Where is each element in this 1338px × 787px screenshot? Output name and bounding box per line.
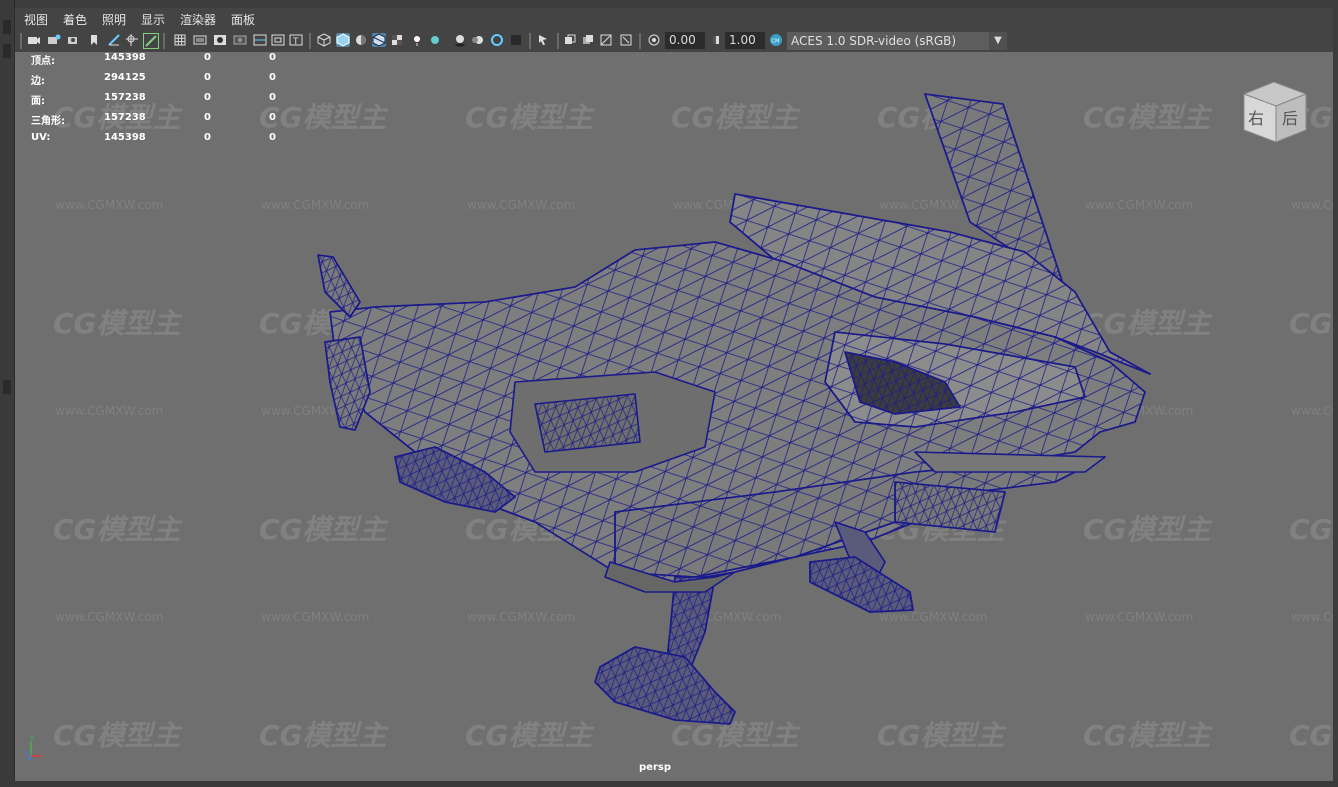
color-space-dropdown[interactable]: ACES 1.0 SDR-video (sRGB) ▼ <box>787 32 1007 50</box>
view-cube[interactable]: 右 后 <box>1240 78 1308 144</box>
chevron-down-icon[interactable]: ▼ <box>989 32 1007 50</box>
spaceship-wireframe-model[interactable] <box>15 52 1333 781</box>
wireframe-icon[interactable] <box>317 33 331 47</box>
axis-y-label: y <box>30 734 34 742</box>
shadows-icon[interactable] <box>428 33 442 47</box>
strip-handle[interactable] <box>3 20 11 34</box>
default-material-icon[interactable] <box>354 33 368 47</box>
left-tool-strip <box>0 0 15 787</box>
gate-mask-icon[interactable] <box>233 33 247 47</box>
axis-gizmo: y z <box>25 734 41 761</box>
grease-pencil-active-icon[interactable] <box>143 33 159 49</box>
backface-culling-icon[interactable] <box>619 33 633 47</box>
svg-text:T: T <box>292 37 299 47</box>
menu-shading[interactable]: 着色 <box>63 11 87 28</box>
gamma-field[interactable]: 0.00 <box>665 32 705 49</box>
viewcube-face-right[interactable]: 右 <box>1248 109 1264 128</box>
screen-space-ao-icon[interactable] <box>453 33 467 47</box>
toolbar-separator <box>557 33 559 49</box>
camera-name-label: persp <box>639 762 671 773</box>
toolbar-separator <box>529 33 531 49</box>
image-plane-icon[interactable] <box>87 33 101 47</box>
menu-renderer[interactable]: 渲染器 <box>180 11 216 28</box>
camera-attributes-icon[interactable] <box>47 33 61 47</box>
xray-active-components-icon[interactable] <box>581 33 595 47</box>
xray-joints-icon[interactable] <box>599 33 613 47</box>
strip-handle[interactable] <box>3 380 11 394</box>
toolbar-separator <box>20 33 22 49</box>
toolbar-separator <box>163 33 165 49</box>
anti-aliasing-icon[interactable] <box>490 33 504 47</box>
axis-z-label: z <box>25 749 29 757</box>
camera-select-icon[interactable] <box>27 33 41 47</box>
field-chart-icon[interactable] <box>253 33 267 47</box>
safe-action-icon[interactable] <box>271 33 285 47</box>
menu-view[interactable]: 视图 <box>24 11 48 28</box>
textured-icon[interactable] <box>390 33 404 47</box>
2d-pan-zoom-icon[interactable] <box>125 33 139 47</box>
xray-icon[interactable] <box>563 33 577 47</box>
bottom-border <box>0 781 1338 787</box>
panel-toolbar: T 0.00 1.00 CM ACES 1.0 SDR-video (sRGB)… <box>15 30 1333 53</box>
menu-lighting[interactable]: 照明 <box>102 11 126 28</box>
toolbar-separator <box>639 33 641 49</box>
resolution-gate-icon[interactable] <box>213 33 227 47</box>
exposure-icon[interactable] <box>709 33 723 47</box>
bookmark-icon[interactable] <box>67 33 81 47</box>
color-space-label: ACES 1.0 SDR-video (sRGB) <box>791 34 957 48</box>
viewcube-face-back[interactable]: 后 <box>1282 109 1298 128</box>
isolate-select-icon[interactable] <box>537 33 551 47</box>
menu-panels[interactable]: 面板 <box>231 11 255 28</box>
use-all-lights-icon[interactable] <box>410 33 424 47</box>
grease-pencil-icon[interactable] <box>107 33 121 47</box>
smooth-shade-icon[interactable] <box>336 33 350 47</box>
strip-handle[interactable] <box>3 44 11 58</box>
wireframe-on-shaded-icon[interactable] <box>372 33 386 47</box>
persp-viewport[interactable]: CG模型主CG模型主CG模型主CG模型主CG模型主CG模型主CG模型主CG模型主… <box>15 52 1333 781</box>
menu-show[interactable]: 显示 <box>141 11 165 28</box>
exposure-field[interactable]: 1.00 <box>725 32 765 49</box>
gamma-icon[interactable] <box>647 33 661 47</box>
depth-of-field-icon[interactable] <box>509 33 523 47</box>
color-management-icon[interactable]: CM <box>769 33 783 47</box>
grid-icon[interactable] <box>173 33 187 47</box>
panel-menubar: 视图 着色 照明 显示 渲染器 面板 <box>15 8 1333 30</box>
motion-blur-icon[interactable] <box>471 33 485 47</box>
maya-window: 视图 着色 照明 显示 渲染器 面板 T 0.00 1.00 CM ACES 1… <box>0 0 1338 787</box>
toolbar-separator <box>309 33 311 49</box>
svg-text:CM: CM <box>772 39 780 45</box>
safe-title-icon[interactable]: T <box>289 33 303 47</box>
film-gate-icon[interactable] <box>193 33 207 47</box>
